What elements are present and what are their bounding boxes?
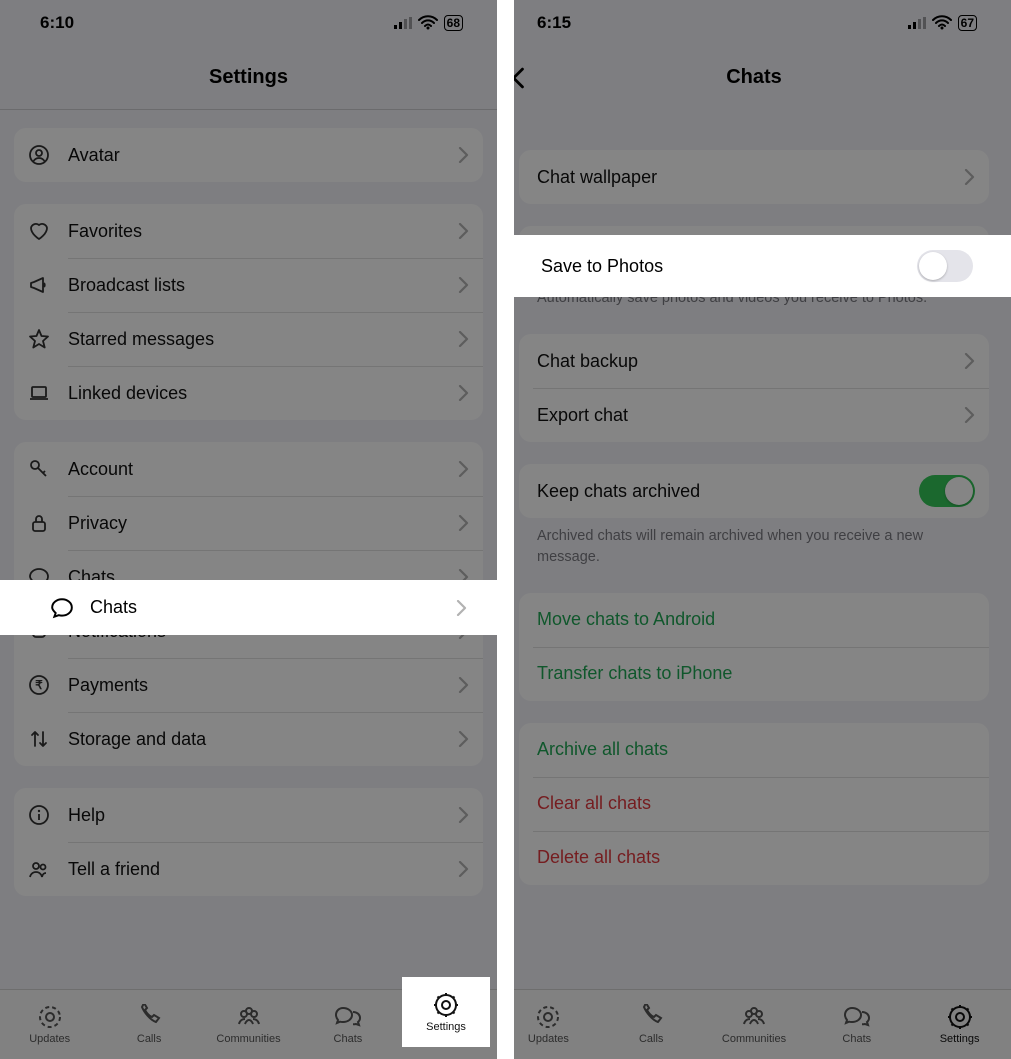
updown-icon [28,728,68,750]
row-chat-wallpaper[interactable]: Chat wallpaper [519,150,989,204]
laptop-icon [28,382,68,404]
right-phone: 6:15 67 Chats Chat wallpaper Save to Pho… [497,0,1011,1059]
page-title: Settings [209,66,288,89]
status-right: 68 [394,15,463,31]
group-lists: Favorites Broadcast lists Starred messag… [14,204,483,420]
header: Settings [0,45,497,110]
group-transfer: Move chats to Android Transfer chats to … [519,593,989,701]
highlight-chats-row[interactable]: Chats [0,580,497,635]
chevron-right-icon [458,731,469,747]
tab-bar: Updates Calls Communities Chats Settings [497,989,1011,1059]
row-broadcast-lists[interactable]: Broadcast lists [14,258,483,312]
highlight-label: Chats [90,597,456,618]
row-archive-all[interactable]: Archive all chats [519,723,989,777]
people-icon [28,858,68,880]
row-move-android[interactable]: Move chats to Android [519,593,989,647]
status-right: 67 [908,15,977,31]
chevron-right-icon [458,807,469,823]
chevron-right-icon [458,147,469,163]
rupee-icon [28,674,68,696]
chevron-right-icon [458,861,469,877]
signal-icon [908,17,926,29]
chevron-right-icon [458,277,469,293]
page-title: Chats [726,66,782,89]
row-starred-messages[interactable]: Starred messages [14,312,483,366]
wifi-icon [932,15,952,30]
chat-icon [50,596,90,620]
chevron-right-icon [964,169,975,185]
save-photos-toggle[interactable] [917,250,973,282]
star-icon [28,328,68,350]
keep-archived-toggle[interactable] [919,475,975,507]
chevron-right-icon [458,515,469,531]
row-chat-backup[interactable]: Chat backup [519,334,989,388]
row-avatar[interactable]: Avatar [14,128,483,182]
keep-archived-description: Archived chats will remain archived when… [519,518,989,571]
row-keep-archived[interactable]: Keep chats archived [519,464,989,518]
left-phone: 6:10 68 Settings Avatar Favorites [0,0,497,1059]
row-privacy[interactable]: Privacy [14,496,483,550]
chevron-right-icon [458,331,469,347]
tab-chats[interactable]: Chats [805,990,908,1059]
row-linked-devices[interactable]: Linked devices [14,366,483,420]
chevron-right-icon [964,407,975,423]
wifi-icon [418,15,438,30]
group-archive: Keep chats archived [519,464,989,518]
lock-icon [28,512,68,534]
info-icon [28,804,68,826]
group-avatar: Avatar [14,128,483,182]
tab-updates[interactable]: Updates [0,990,99,1059]
chevron-right-icon [458,385,469,401]
row-favorites[interactable]: Favorites [14,204,483,258]
row-storage-data[interactable]: Storage and data [14,712,483,766]
key-icon [28,458,68,480]
group-danger: Archive all chats Clear all chats Delete… [519,723,989,885]
status-time: 6:10 [40,13,74,33]
chevron-right-icon [458,677,469,693]
header: Chats [497,45,1011,110]
battery-indicator: 67 [958,15,977,31]
highlight-save-photos-row[interactable]: Save to Photos [497,235,1011,297]
row-help[interactable]: Help [14,788,483,842]
status-bar: 6:10 68 [0,0,497,45]
row-label: Avatar [68,145,458,166]
megaphone-icon [28,274,68,296]
row-clear-all[interactable]: Clear all chats [519,777,989,831]
group-help: Help Tell a friend [14,788,483,896]
signal-icon [394,17,412,29]
tab-communities[interactable]: Communities [199,990,298,1059]
settings-content[interactable]: Avatar Favorites Broadcast lists Starred… [0,110,497,989]
tab-chats[interactable]: Chats [298,990,397,1059]
chevron-right-icon [458,461,469,477]
group-backup: Chat backup Export chat [519,334,989,442]
tab-settings[interactable]: Settings [908,990,1011,1059]
chevron-right-icon [458,223,469,239]
row-payments[interactable]: Payments [14,658,483,712]
avatar-icon [28,144,68,166]
status-time: 6:15 [537,13,571,33]
heart-icon [28,220,68,242]
row-delete-all[interactable]: Delete all chats [519,831,989,885]
tab-calls[interactable]: Calls [600,990,703,1059]
row-export-chat[interactable]: Export chat [519,388,989,442]
settings-icon [431,992,461,1018]
row-tell-a-friend[interactable]: Tell a friend [14,842,483,896]
group-wallpaper: Chat wallpaper [519,150,989,204]
row-account[interactable]: Account [14,442,483,496]
chevron-right-icon [964,353,975,369]
row-transfer-iphone[interactable]: Transfer chats to iPhone [519,647,989,701]
status-bar: 6:15 67 [497,0,1011,45]
highlight-label: Save to Photos [541,256,917,277]
battery-indicator: 68 [444,15,463,31]
tab-calls[interactable]: Calls [99,990,198,1059]
tab-communities[interactable]: Communities [703,990,806,1059]
highlight-settings-tab[interactable]: Settings [402,977,490,1047]
chevron-right-icon [456,600,467,616]
